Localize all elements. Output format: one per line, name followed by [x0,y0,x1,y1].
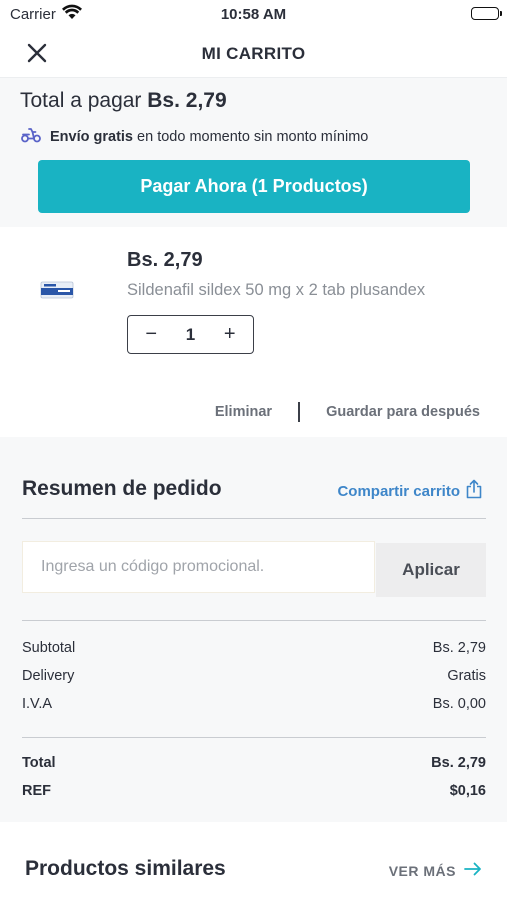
summary-line-ref: REF $0,16 [22,783,486,799]
save-for-later-button[interactable]: Guardar para después [326,404,480,420]
total-label: Total a pagar [20,89,142,112]
divider [22,620,486,621]
scooter-icon [20,127,42,147]
free-shipping-label: Envío gratis [50,129,133,145]
remove-button[interactable]: Eliminar [215,404,272,420]
nav-bar: MI CARRITO [0,28,507,78]
page-title: MI CARRITO [201,44,306,63]
product-name[interactable]: Sildenafil sildex 50 mg x 2 tab plusande… [127,281,425,300]
share-icon [466,479,482,503]
cart-item: Bs. 2,79 Sildenafil sildex 50 mg x 2 tab… [0,227,507,437]
line-value: $0,16 [449,783,486,799]
line-label: REF [22,783,51,799]
checkout-header: Total a pagar Bs. 2,79 Envío gratis en t… [0,79,507,227]
summary-line-delivery: Delivery Gratis [22,668,486,684]
summary-line-subtotal: Subtotal Bs. 2,79 [22,640,486,656]
decrement-button[interactable]: − [139,323,163,346]
increment-button[interactable]: + [218,323,242,346]
actions-divider [298,402,301,422]
shipping-text: en todo momento sin monto mínimo [137,129,369,145]
line-label: Total [22,755,56,771]
status-bar: Carrier 10:58 AM [0,0,507,28]
line-label: I.V.A [22,696,53,712]
summary-line-total: Total Bs. 2,79 [22,755,486,771]
line-value: Bs. 2,79 [431,755,486,771]
shipping-note: Envío gratis en todo momento sin monto m… [20,127,368,147]
item-actions: Eliminar Guardar para después [215,402,480,422]
product-image[interactable] [40,279,74,301]
divider [22,518,486,519]
summary-line-iva: I.V.A Bs. 0,00 [22,696,486,712]
line-value: Gratis [447,668,486,684]
line-value: Bs. 2,79 [432,640,486,656]
share-cart-button[interactable]: Compartir carrito [337,479,482,503]
total-amount: Bs. 2,79 [147,89,227,112]
order-summary: Resumen de pedido Compartir carrito Ingr… [0,437,507,822]
divider [22,737,486,738]
share-cart-label: Compartir carrito [337,482,460,500]
apply-button[interactable]: Aplicar [376,543,486,597]
arrow-right-icon [464,862,482,879]
see-more-link[interactable]: VER MÁS [389,862,482,879]
total-to-pay: Total a pagar Bs. 2,79 [20,89,227,113]
promo-code-input[interactable]: Ingresa un código promocional. [22,541,375,593]
quantity-stepper: − 1 + [127,315,254,354]
product-price: Bs. 2,79 [127,249,203,271]
line-label: Subtotal [22,640,76,656]
clock: 10:58 AM [220,6,287,23]
similar-products-title: Productos similares [25,857,226,880]
line-value: Bs. 0,00 [432,696,486,712]
battery-icon [471,7,502,20]
pay-now-button[interactable]: Pagar Ahora (1 Productos) [38,160,470,213]
line-label: Delivery [22,668,75,684]
similar-products-section: Productos similares VER MÁS [0,822,507,900]
see-more-label: VER MÁS [388,862,456,879]
summary-heading: Resumen de pedido [22,477,222,500]
quantity-value: 1 [185,324,196,344]
